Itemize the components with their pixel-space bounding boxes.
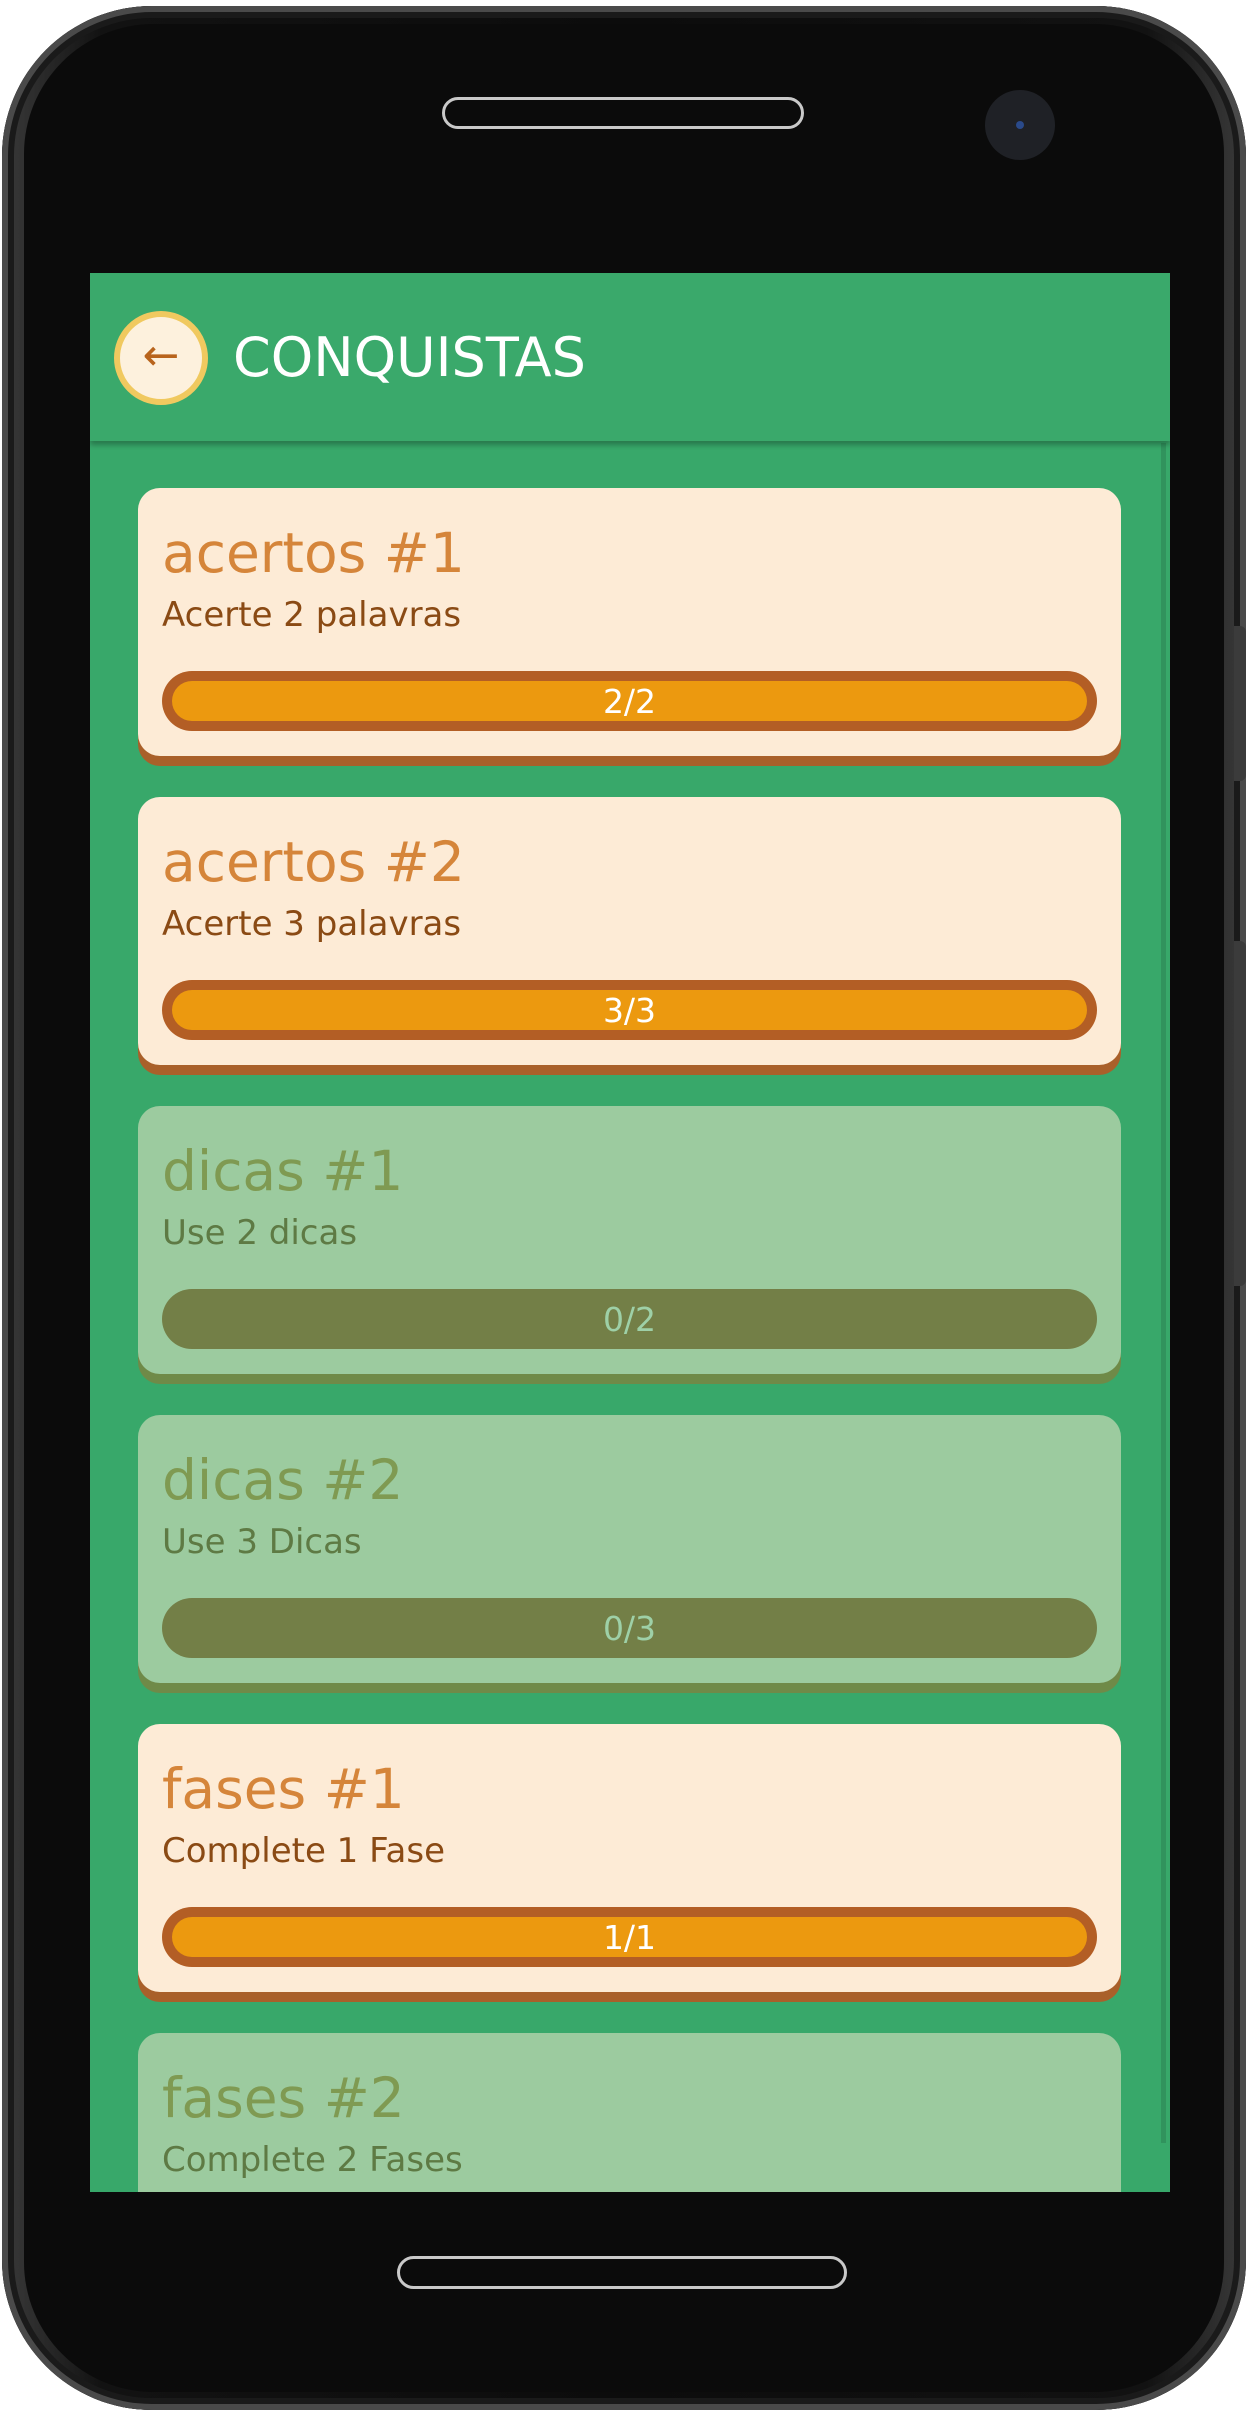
achievement-description: Acerte 2 palavras bbox=[162, 595, 462, 635]
app-bar: ← CONQUISTAS bbox=[90, 273, 1170, 441]
earpiece-speaker bbox=[442, 97, 804, 129]
achievement-description: Complete 2 Fases bbox=[162, 2140, 463, 2180]
achievement-progress-bar: 0/3 bbox=[162, 1598, 1097, 1658]
achievement-description: Complete 1 Fase bbox=[162, 1831, 446, 1871]
achievement-title: fases #2 bbox=[162, 2066, 405, 2130]
achievement-progress-bar: 1/1 bbox=[162, 1907, 1097, 1967]
achievement-description: Acerte 3 palavras bbox=[162, 904, 462, 944]
achievement-title: acertos #1 bbox=[162, 521, 465, 585]
back-button[interactable]: ← bbox=[114, 311, 208, 405]
scrollbar[interactable] bbox=[1161, 443, 1166, 2143]
achievement-title: dicas #2 bbox=[162, 1448, 404, 1512]
volume-button bbox=[1234, 626, 1246, 781]
power-button bbox=[1234, 941, 1246, 1286]
achievement-description: Use 2 dicas bbox=[162, 1213, 358, 1253]
app-screen: ← CONQUISTAS acertos #1 Acerte 2 palavra… bbox=[90, 273, 1170, 2192]
achievement-card[interactable]: fases #2 Complete 2 Fases bbox=[138, 2033, 1121, 2192]
bottom-speaker bbox=[397, 2256, 847, 2289]
achievement-title: dicas #1 bbox=[162, 1139, 404, 1203]
achievement-card[interactable]: acertos #1 Acerte 2 palavras 2/2 bbox=[138, 488, 1121, 756]
front-camera bbox=[985, 90, 1055, 160]
achievement-description: Use 3 Dicas bbox=[162, 1522, 362, 1562]
page-title: CONQUISTAS bbox=[233, 326, 586, 389]
progress-label: 3/3 bbox=[602, 990, 657, 1030]
progress-label: 2/2 bbox=[602, 681, 657, 721]
progress-label: 1/1 bbox=[602, 1917, 657, 1957]
achievement-title: acertos #2 bbox=[162, 830, 465, 894]
achievement-card[interactable]: fases #1 Complete 1 Fase 1/1 bbox=[138, 1724, 1121, 1992]
achievement-progress-bar: 3/3 bbox=[162, 980, 1097, 1040]
achievement-list[interactable]: acertos #1 Acerte 2 palavras 2/2 acertos… bbox=[138, 488, 1121, 2192]
achievement-title: fases #1 bbox=[162, 1757, 405, 1821]
progress-label: 0/2 bbox=[602, 1299, 657, 1339]
back-arrow-icon: ← bbox=[142, 330, 180, 381]
progress-label: 0/3 bbox=[602, 1608, 657, 1648]
achievement-card[interactable]: acertos #2 Acerte 3 palavras 3/3 bbox=[138, 797, 1121, 1065]
achievement-card[interactable]: dicas #1 Use 2 dicas 0/2 bbox=[138, 1106, 1121, 1374]
achievement-card[interactable]: dicas #2 Use 3 Dicas 0/3 bbox=[138, 1415, 1121, 1683]
achievement-progress-bar: 2/2 bbox=[162, 671, 1097, 731]
achievement-progress-bar: 0/2 bbox=[162, 1289, 1097, 1349]
